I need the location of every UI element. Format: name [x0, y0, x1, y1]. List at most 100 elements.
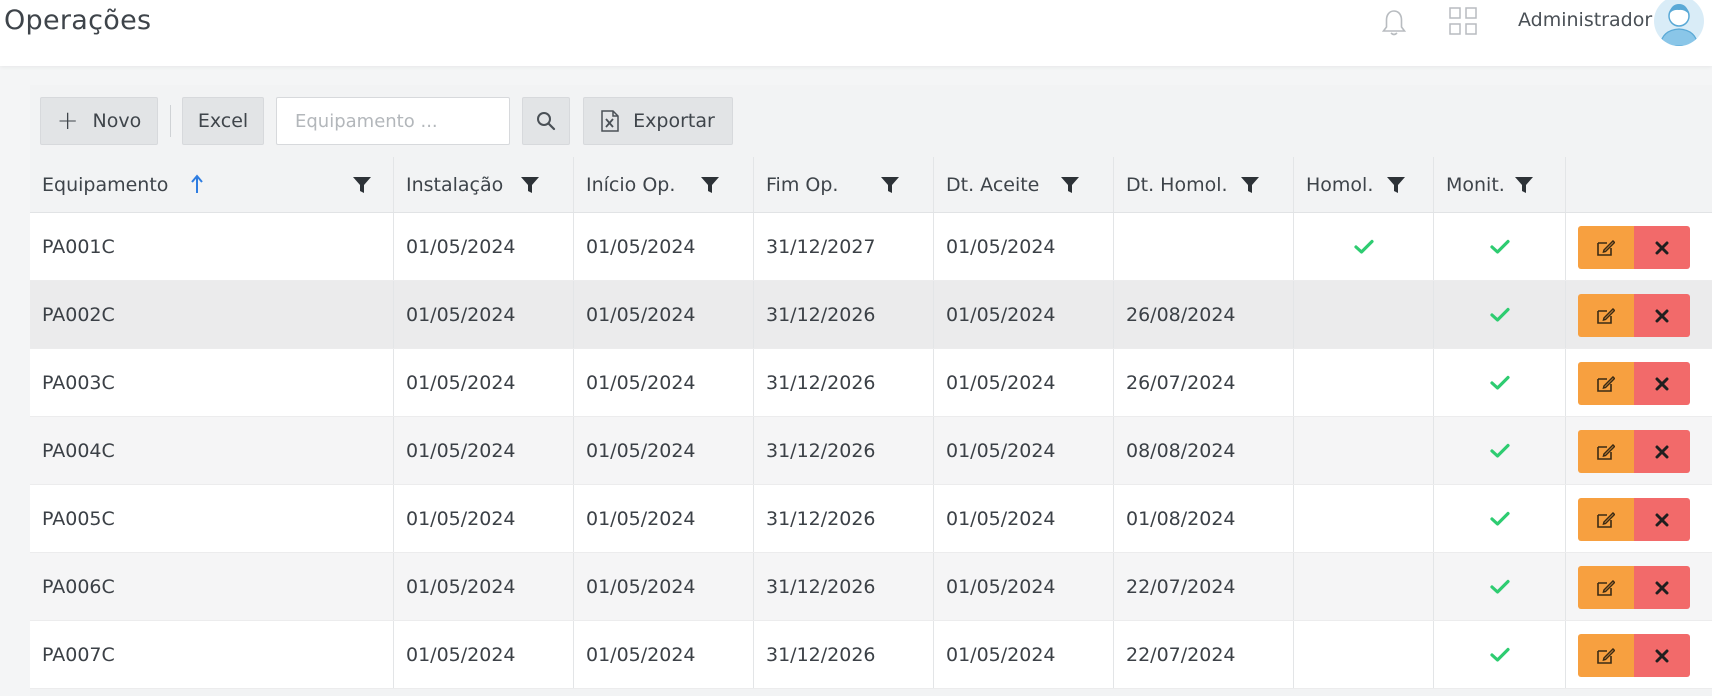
cell-equipamento: PA002C — [30, 281, 394, 348]
cell-text: 01/05/2024 — [586, 439, 696, 462]
cell-text: 01/05/2024 — [406, 371, 516, 394]
edit-button[interactable] — [1578, 498, 1634, 541]
cell-instalacao: 01/05/2024 — [394, 485, 574, 552]
column-header-equipamento[interactable]: Equipamento — [30, 157, 394, 212]
column-header-fim-op[interactable]: Fim Op. — [754, 157, 934, 212]
filter-icon[interactable] — [1240, 175, 1260, 195]
cell-text: 01/05/2024 — [946, 575, 1056, 598]
row-actions — [1578, 498, 1690, 541]
cell-text: 31/12/2026 — [766, 507, 876, 530]
export-button[interactable]: Exportar — [583, 97, 733, 145]
column-header-inicio-op[interactable]: Início Op. — [574, 157, 754, 212]
cell-aceite: 01/05/2024 — [934, 213, 1114, 280]
check-icon — [1489, 375, 1510, 390]
filter-icon[interactable] — [700, 175, 720, 195]
equipment-search-input[interactable] — [276, 97, 510, 145]
cell-equipamento: PA003C — [30, 349, 394, 416]
excel-button[interactable]: Excel — [182, 97, 264, 145]
cell-instalacao: 01/05/2024 — [394, 349, 574, 416]
cell-instalacao: 01/05/2024 — [394, 553, 574, 620]
close-icon — [1655, 649, 1669, 662]
filter-icon[interactable] — [352, 175, 372, 195]
sort-ascending-icon[interactable] — [190, 173, 204, 195]
cell-fim: 31/12/2026 — [754, 553, 934, 620]
cell-homol-date: 08/08/2024 — [1114, 417, 1294, 484]
operations-table: Equipamento Instalação Início Op. Fim Op… — [30, 157, 1712, 689]
table-row[interactable]: PA002C 01/05/2024 01/05/2024 31/12/2026 01/0… — [30, 281, 1712, 349]
delete-button[interactable] — [1634, 362, 1690, 405]
cell-text: 01/05/2024 — [586, 507, 696, 530]
filter-icon[interactable] — [1060, 175, 1080, 195]
table-row[interactable]: PA006C 01/05/2024 01/05/2024 31/12/2026 01/0… — [30, 553, 1712, 621]
edit-button[interactable] — [1578, 226, 1634, 269]
page-title: Operações — [4, 5, 152, 36]
cell-text: 01/05/2024 — [586, 235, 696, 258]
cell-aceite: 01/05/2024 — [934, 281, 1114, 348]
table-row[interactable]: PA005C 01/05/2024 01/05/2024 31/12/2026 01/0… — [30, 485, 1712, 553]
cell-text: 31/12/2027 — [766, 235, 876, 258]
cell-fim: 31/12/2026 — [754, 485, 934, 552]
delete-button[interactable] — [1634, 498, 1690, 541]
filter-icon[interactable] — [1386, 175, 1406, 195]
edit-button[interactable] — [1578, 634, 1634, 677]
table-row[interactable]: PA003C 01/05/2024 01/05/2024 31/12/2026 01/0… — [30, 349, 1712, 417]
delete-button[interactable] — [1634, 566, 1690, 609]
filter-icon[interactable] — [880, 175, 900, 195]
username[interactable]: Administrador — [1518, 9, 1652, 31]
edit-button[interactable] — [1578, 430, 1634, 473]
edit-button[interactable] — [1578, 362, 1634, 405]
plus-icon: + — [56, 106, 79, 136]
cell-text: 01/05/2024 — [946, 371, 1056, 394]
column-header-homol[interactable]: Homol. — [1294, 157, 1434, 212]
cell-text: PA004C — [42, 439, 115, 462]
operations-panel: + Novo Excel Exportar Equipamento — [30, 85, 1712, 696]
row-actions — [1578, 226, 1690, 269]
delete-button[interactable] — [1634, 634, 1690, 677]
filter-icon[interactable] — [520, 175, 540, 195]
cell-homol-date: 01/08/2024 — [1114, 485, 1294, 552]
table-row[interactable]: PA001C 01/05/2024 01/05/2024 31/12/2027 01/0… — [30, 213, 1712, 281]
check-icon — [1489, 579, 1510, 594]
cell-text: 31/12/2026 — [766, 575, 876, 598]
avatar[interactable] — [1654, 0, 1704, 46]
apps-grid-icon[interactable] — [1448, 6, 1478, 36]
delete-button[interactable] — [1634, 430, 1690, 473]
table-header-row: Equipamento Instalação Início Op. Fim Op… — [30, 157, 1712, 213]
delete-button[interactable] — [1634, 294, 1690, 337]
delete-button[interactable] — [1634, 226, 1690, 269]
export-button-label: Exportar — [633, 110, 715, 132]
cell-homol — [1294, 281, 1434, 348]
column-header-label: Dt. Aceite — [946, 173, 1040, 196]
edit-button[interactable] — [1578, 294, 1634, 337]
bell-icon[interactable] — [1380, 8, 1408, 38]
cell-text: 31/12/2026 — [766, 439, 876, 462]
table-row[interactable]: PA004C 01/05/2024 01/05/2024 31/12/2026 01/0… — [30, 417, 1712, 485]
filter-icon[interactable] — [1514, 175, 1534, 195]
column-header-dt-homol[interactable]: Dt. Homol. — [1114, 157, 1294, 212]
new-button[interactable]: + Novo — [40, 97, 158, 145]
top-bar: Operações Administrador — [0, 0, 1712, 66]
cell-text: 31/12/2026 — [766, 643, 876, 666]
cell-text: 26/08/2024 — [1126, 303, 1236, 326]
cell-homol — [1294, 485, 1434, 552]
cell-inicio: 01/05/2024 — [574, 621, 754, 688]
cell-fim: 31/12/2026 — [754, 281, 934, 348]
column-header-label: Equipamento — [42, 173, 169, 196]
column-header-monit[interactable]: Monit. — [1434, 157, 1566, 212]
cell-monit — [1434, 417, 1566, 484]
edit-button[interactable] — [1578, 566, 1634, 609]
column-header-instalacao[interactable]: Instalação — [394, 157, 574, 212]
cell-text: PA003C — [42, 371, 115, 394]
cell-instalacao: 01/05/2024 — [394, 621, 574, 688]
row-actions — [1578, 566, 1690, 609]
cell-aceite: 01/05/2024 — [934, 621, 1114, 688]
close-icon — [1655, 377, 1669, 390]
cell-equipamento: PA006C — [30, 553, 394, 620]
cell-aceite: 01/05/2024 — [934, 553, 1114, 620]
search-button[interactable] — [522, 97, 570, 145]
cell-text: 01/05/2024 — [406, 575, 516, 598]
excel-file-icon — [601, 110, 619, 132]
column-header-label: Fim Op. — [766, 173, 839, 196]
column-header-dt-aceite[interactable]: Dt. Aceite — [934, 157, 1114, 212]
table-row[interactable]: PA007C 01/05/2024 01/05/2024 31/12/2026 01/0… — [30, 621, 1712, 689]
